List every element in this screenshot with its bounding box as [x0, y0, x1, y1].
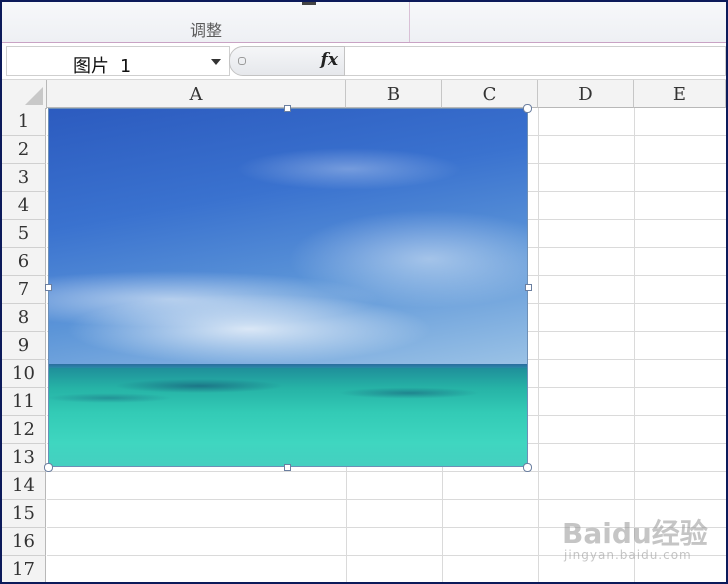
resize-handle-top[interactable] — [284, 105, 291, 112]
name-box[interactable]: 图片 1 — [6, 46, 230, 77]
chevron-down-icon[interactable] — [211, 59, 221, 65]
row-header-5[interactable]: 5 — [2, 220, 46, 248]
row-header-17[interactable]: 17 — [2, 556, 46, 582]
formula-input[interactable] — [345, 46, 726, 76]
select-all-corner[interactable] — [2, 80, 47, 109]
row-header-2[interactable]: 2 — [2, 136, 46, 164]
row-header-12[interactable]: 12 — [2, 416, 46, 444]
resize-handle-bottom-right[interactable] — [523, 463, 532, 472]
fx-icon[interactable]: fx — [321, 50, 338, 70]
watermark-brand: Baidu经验 — [562, 517, 708, 550]
ribbon-separator — [409, 2, 410, 42]
row-header-11[interactable]: 11 — [2, 388, 46, 416]
resize-handle-top-right[interactable] — [523, 104, 532, 113]
row-header-1[interactable]: 1 — [2, 108, 46, 136]
row-header-16[interactable]: 16 — [2, 528, 46, 556]
inserted-picture[interactable] — [48, 108, 528, 467]
ribbon-notch — [302, 2, 316, 5]
row-line — [47, 471, 726, 472]
resize-handle-left[interactable] — [45, 284, 52, 291]
excel-window: 调整 图片 1 fx A B C D E 1 2 3 4 5 6 7 8 9 10 11 12 13 14… — [0, 0, 728, 584]
row-header-10[interactable]: 10 — [2, 360, 46, 388]
row-header-15[interactable]: 15 — [2, 500, 46, 528]
row-line — [47, 499, 726, 500]
ribbon: 调整 — [2, 2, 726, 43]
row-header-7[interactable]: 7 — [2, 276, 46, 304]
column-header-b[interactable]: B — [346, 80, 442, 108]
resize-handle-bottom-left[interactable] — [44, 463, 53, 472]
picture-sea — [49, 368, 527, 466]
picture-sky — [49, 109, 527, 367]
handle-icon[interactable] — [238, 57, 246, 65]
row-header-6[interactable]: 6 — [2, 248, 46, 276]
column-header-a[interactable]: A — [47, 80, 346, 108]
row-header-9[interactable]: 9 — [2, 332, 46, 360]
formula-controls: fx — [229, 46, 345, 76]
name-box-value: 图片 1 — [73, 56, 131, 77]
select-all-icon — [25, 87, 43, 105]
row-header-3[interactable]: 3 — [2, 164, 46, 192]
ribbon-group-adjust[interactable]: 调整 — [190, 17, 222, 41]
column-header-c[interactable]: C — [442, 80, 538, 108]
formula-bar: 图片 1 fx — [2, 43, 726, 80]
row-header-8[interactable]: 8 — [2, 304, 46, 332]
watermark-url: jingyan.baidu.com — [564, 548, 692, 562]
column-header-d[interactable]: D — [538, 80, 634, 108]
row-header-13[interactable]: 13 — [2, 444, 46, 472]
resize-handle-right[interactable] — [525, 284, 532, 291]
col-line — [634, 108, 635, 582]
col-line — [538, 108, 539, 582]
spreadsheet-grid[interactable]: A B C D E 1 2 3 4 5 6 7 8 9 10 11 12 13 14 15 16 17 — [2, 80, 726, 582]
row-header-14[interactable]: 14 — [2, 472, 46, 500]
column-header-e[interactable]: E — [634, 80, 726, 108]
baidu-watermark: Baidu经验 jingyan.baidu.com — [562, 512, 708, 562]
row-header-4[interactable]: 4 — [2, 192, 46, 220]
resize-handle-bottom[interactable] — [284, 464, 291, 471]
